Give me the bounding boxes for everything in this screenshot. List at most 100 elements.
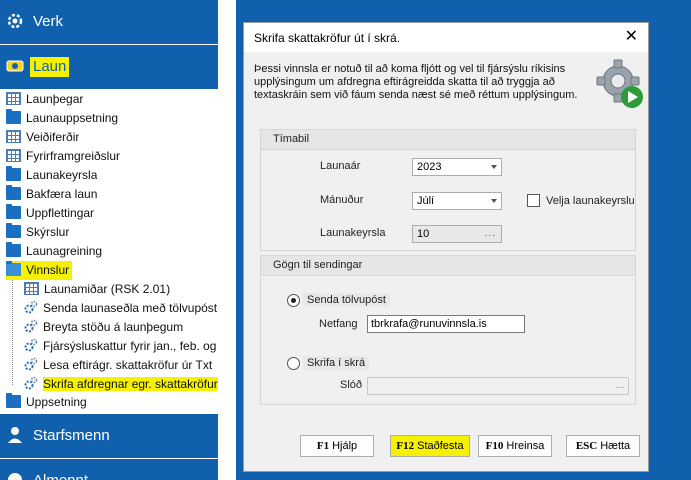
tree-item-veidiferdir[interactable]: Veiðiferðir bbox=[6, 128, 79, 147]
nav-section-laun[interactable]: Laun bbox=[0, 45, 218, 89]
tree-item-label: Senda launaseðla með tölvupóst bbox=[43, 301, 218, 315]
nav-section-verk[interactable]: Verk bbox=[0, 0, 218, 44]
pane-separator bbox=[218, 0, 236, 480]
dialog-titlebar: Skrifa skattakröfur út í skrá. ✕ bbox=[244, 23, 648, 52]
tree-item-uppflettingar[interactable]: Uppflettingar bbox=[6, 204, 94, 223]
tree-item-label: Vinnslur bbox=[26, 263, 70, 277]
tree-item-fjarsysluskattur[interactable]: Fjársýsluskattur fyrir jan., feb. og mar… bbox=[24, 337, 218, 356]
gear-icon bbox=[7, 13, 23, 29]
button-label: Hætta bbox=[600, 440, 631, 452]
nav-section-almennt[interactable]: Almennt bbox=[0, 459, 218, 480]
folder-icon bbox=[6, 109, 21, 124]
tree-item-label: Launagreining bbox=[26, 244, 103, 258]
group-header: Tímabil bbox=[261, 130, 635, 150]
folder-icon bbox=[6, 204, 21, 219]
group-header: Gögn til sendingar bbox=[261, 256, 635, 276]
gears-icon bbox=[24, 376, 38, 390]
tree-item-skyrslur[interactable]: Skýrslur bbox=[6, 223, 69, 242]
tree-item-label: Fjársýsluskattur fyrir jan., feb. og mar… bbox=[43, 339, 218, 353]
tree-item-label: Launþegar bbox=[26, 92, 84, 106]
button-label: Hjálp bbox=[332, 440, 358, 452]
netfang-input[interactable]: tbrkrafa@runuvinnsla.is bbox=[367, 315, 525, 333]
tree-item-label: Fyrirframgreiðslur bbox=[26, 149, 121, 163]
info-icon bbox=[8, 473, 22, 480]
tree-item-vinnslur[interactable]: Vinnslur bbox=[6, 261, 73, 280]
launakeyrsla-picker[interactable]: 10 ... bbox=[412, 225, 502, 243]
dialog-title: Skrifa skattakröfur út í skrá. bbox=[254, 31, 401, 45]
gears-icon bbox=[24, 319, 38, 333]
grid-icon bbox=[24, 282, 39, 295]
tree-item-uppsetning[interactable]: Uppsetning bbox=[6, 393, 87, 412]
manudur-label: Mánuður bbox=[320, 194, 364, 206]
group-title: Tímabil bbox=[273, 133, 310, 145]
tree-item-label: Launamiðar (RSK 2.01) bbox=[44, 282, 171, 296]
nav-section-label: Starfsmenn bbox=[33, 427, 110, 444]
tree-item-fyrirframgreidslur[interactable]: Fyrirframgreiðslur bbox=[6, 147, 120, 166]
button-bar: F1 Hjálp F12 Staðfesta F10 Hreinsa ESC Hætta bbox=[260, 427, 640, 459]
gogn-group: Gögn til sendingar Senda tölvupóst Netfa… bbox=[260, 255, 636, 405]
gears-icon bbox=[24, 338, 38, 352]
tree-item-label: Uppflettingar bbox=[26, 206, 95, 220]
launaar-dropdown[interactable]: 2023 bbox=[412, 158, 502, 176]
tree-item-label: Skýrslur bbox=[26, 225, 70, 239]
gears-icon bbox=[24, 300, 38, 314]
confirm-button[interactable]: F12 Staðfesta bbox=[390, 435, 470, 457]
tree-item-bakfaera-laun[interactable]: Bakfæra laun bbox=[6, 185, 97, 204]
nav-section-label: Laun bbox=[30, 57, 70, 77]
export-dialog: Skrifa skattakröfur út í skrá. ✕ Þessi v… bbox=[243, 22, 649, 472]
tree-item-label: Launauppsetning bbox=[26, 111, 119, 125]
tree-item-label: Skrifa afdregnar egr. skattakröfur bbox=[43, 377, 218, 391]
senda-radio-label: Senda tölvupóst bbox=[303, 293, 390, 307]
button-label: Staðfesta bbox=[417, 440, 464, 452]
slod-input[interactable]: ... bbox=[367, 377, 629, 395]
close-icon[interactable]: ✕ bbox=[625, 29, 638, 45]
tree-item-label: Veiðiferðir bbox=[26, 130, 80, 144]
picker-value: 10 bbox=[417, 228, 430, 240]
folder-icon bbox=[6, 393, 21, 408]
nav-section-label: Almennt bbox=[33, 471, 88, 480]
clear-button[interactable]: F10 Hreinsa bbox=[478, 435, 552, 457]
tree-item-launakeyrsla[interactable]: Launakeyrsla bbox=[6, 166, 97, 185]
tree-item-label: Launakeyrsla bbox=[26, 168, 98, 182]
laun-tree: Launþegar Launauppsetning Veiðiferðir Fy… bbox=[0, 89, 218, 411]
skrifa-radio-label: Skrifa í skrá bbox=[303, 356, 370, 370]
tree-line bbox=[12, 269, 13, 385]
gear-run-icon bbox=[596, 59, 643, 108]
tree-item-breyta-stodu[interactable]: Breyta stöðu á launþegum bbox=[24, 318, 218, 337]
gears-icon bbox=[24, 357, 38, 371]
tree-item-senda-launasedla[interactable]: Senda launaseðla með tölvupóst bbox=[24, 299, 218, 318]
tree-item-label: Lesa eftirágr. skattakröfur úr Txt bbox=[43, 358, 213, 372]
tree-item-label: Bakfæra laun bbox=[26, 187, 98, 201]
navigation-pane: Verk Laun Launþegar Launauppsetning Veið… bbox=[0, 0, 218, 480]
tree-item-launamidar[interactable]: Launamiðar (RSK 2.01) bbox=[24, 280, 218, 299]
chevron-down-icon bbox=[491, 165, 497, 169]
nav-section-starfsmenn[interactable]: Starfsmenn bbox=[0, 414, 218, 458]
folder-icon bbox=[6, 166, 21, 181]
money-icon bbox=[6, 60, 24, 72]
folder-icon bbox=[6, 223, 21, 238]
tree-item-skrifa-afdregnar[interactable]: Skrifa afdregnar egr. skattakröfur bbox=[24, 375, 218, 394]
tree-item-lesa-eftiragr[interactable]: Lesa eftirágr. skattakröfur úr Txt bbox=[24, 356, 218, 375]
slod-label: Slóð bbox=[340, 379, 363, 391]
dropdown-value: 2023 bbox=[417, 161, 442, 173]
shortcut-key: F10 bbox=[485, 440, 504, 452]
tree-item-launauppsetning[interactable]: Launauppsetning bbox=[6, 109, 118, 128]
shortcut-key: F12 bbox=[396, 440, 415, 452]
manudur-dropdown[interactable]: Júlí bbox=[412, 192, 502, 210]
group-title: Gögn til sendingar bbox=[273, 259, 363, 271]
senda-radio[interactable] bbox=[287, 294, 300, 307]
launakeyrsla-label: Launakeyrsla bbox=[320, 227, 386, 239]
tree-item-launagreining[interactable]: Launagreining bbox=[6, 242, 102, 261]
cancel-button[interactable]: ESC Hætta bbox=[566, 435, 640, 457]
tree-item-launthegar[interactable]: Launþegar bbox=[6, 90, 83, 109]
shortcut-key: F1 bbox=[316, 440, 330, 452]
skrifa-radio[interactable] bbox=[287, 357, 300, 370]
folder-open-icon bbox=[6, 261, 21, 276]
velja-launakeyrslu-checkbox[interactable] bbox=[527, 194, 540, 207]
ellipsis-icon: ... bbox=[615, 380, 624, 391]
help-button[interactable]: F1 Hjálp bbox=[300, 435, 374, 457]
chevron-down-icon bbox=[491, 199, 497, 203]
folder-icon bbox=[6, 242, 21, 257]
launaar-label: Launaár bbox=[320, 160, 361, 172]
button-label: Hreinsa bbox=[506, 440, 545, 452]
